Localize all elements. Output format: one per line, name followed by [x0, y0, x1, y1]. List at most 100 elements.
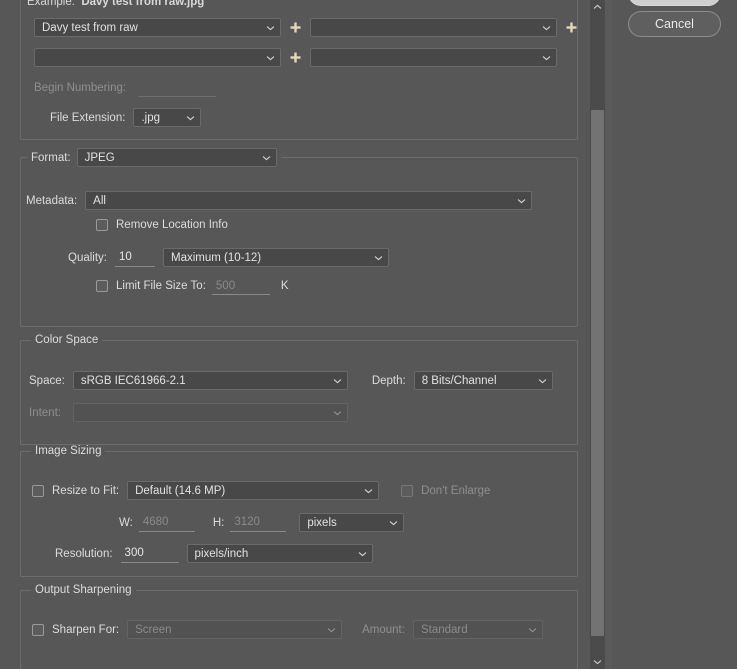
width-label: W: — [119, 516, 133, 529]
format-dropdown[interactable]: JPEG — [76, 148, 277, 167]
color-space-row: Space: sRGB IEC61966-2.1 Depth: 8 Bits/C… — [29, 371, 553, 390]
limit-file-size-input[interactable] — [211, 277, 270, 295]
quality-preset-value: Maximum (10-12) — [171, 251, 262, 264]
cancel-button[interactable]: Cancel — [628, 11, 721, 37]
filename-token-3-dropdown[interactable] — [34, 48, 281, 67]
add-token-button-3[interactable] — [289, 51, 302, 64]
resolution-label: Resolution: — [55, 547, 113, 560]
chevron-down-icon — [517, 198, 526, 204]
limit-file-size-unit: K — [280, 280, 289, 292]
dont-enlarge-label: Don't Enlarge — [421, 484, 491, 497]
color-space-panel: Color Space Space: sRGB IEC61966-2.1 Dep… — [20, 334, 578, 445]
settings-scrollbar[interactable] — [590, 0, 605, 669]
image-sizing-panel: Image Sizing Resize to Fit: Default (14.… — [20, 445, 578, 577]
sharpen-for-label: Sharpen For: — [52, 623, 120, 636]
sharpen-for-value: Screen — [135, 623, 172, 636]
format-label: Format: — [31, 151, 71, 164]
format-value: JPEG — [84, 151, 115, 164]
filename-token-1-dropdown[interactable]: Davy test from raw — [34, 18, 281, 37]
quality-input[interactable] — [115, 248, 155, 267]
width-input[interactable] — [138, 513, 195, 532]
begin-numbering-row: Begin Numbering: — [34, 79, 217, 97]
remove-location-info-checkbox[interactable] — [96, 219, 108, 231]
format-panel: Format: JPEG Metadata: All Remove Locati… — [20, 148, 578, 327]
resize-to-fit-label: Resize to Fit: — [52, 484, 120, 497]
sharpen-for-checkbox[interactable] — [32, 623, 44, 636]
metadata-row: Metadata: All — [26, 191, 533, 210]
output-sharpening-panel: Output Sharpening Sharpen For: Screen Am… — [20, 584, 578, 669]
filename-token-row-2 — [34, 48, 557, 67]
scrollbar-up-arrow[interactable] — [590, 0, 605, 14]
add-token-button-1[interactable] — [289, 21, 302, 34]
filename-token-4-dropdown[interactable] — [310, 48, 557, 67]
chevron-down-icon — [538, 378, 547, 384]
remove-location-info-row[interactable]: Remove Location Info — [96, 219, 228, 231]
remove-location-info-label: Remove Location Info — [116, 219, 228, 231]
height-label: H: — [212, 516, 225, 529]
file-extension-value: .jpg — [141, 111, 160, 124]
metadata-value: All — [93, 194, 106, 207]
file-naming-panel: Davy test from raw Begin Numbering: File… — [20, 0, 578, 140]
resize-to-fit-dropdown[interactable]: Default (14.6 MP) — [127, 481, 380, 500]
filename-token-2-dropdown[interactable] — [310, 18, 557, 37]
intent-dropdown[interactable] — [72, 403, 348, 422]
resolution-units-dropdown[interactable]: pixels/inch — [186, 544, 373, 563]
amount-value: Standard — [420, 623, 468, 636]
chevron-down-icon — [528, 627, 537, 633]
dont-enlarge-checkbox[interactable] — [401, 484, 414, 497]
limit-file-size-label: Limit File Size To: — [116, 280, 206, 292]
file-extension-row: File Extension: .jpg — [50, 108, 202, 127]
color-space-title: Color Space — [31, 334, 103, 346]
chevron-down-icon — [374, 255, 383, 261]
chevron-down-icon — [327, 627, 336, 633]
scrollbar-down-arrow[interactable] — [590, 655, 605, 669]
file-extension-dropdown[interactable]: .jpg — [133, 108, 202, 127]
sharpen-for-row: Sharpen For: Screen Amount: Standard — [32, 620, 543, 639]
image-sizing-title: Image Sizing — [31, 445, 106, 457]
filename-token-row-1: Davy test from raw — [34, 18, 578, 37]
export-as-dialog: Example: Davy test from raw.jpg Davy tes… — [0, 0, 737, 669]
depth-label: Depth: — [371, 374, 406, 387]
begin-numbering-input[interactable] — [138, 79, 217, 97]
width-height-row: W: H: pixels — [119, 513, 405, 532]
size-units-dropdown[interactable]: pixels — [299, 513, 405, 532]
intent-row: Intent: — [29, 403, 348, 422]
space-label: Space: — [29, 374, 65, 387]
chevron-down-icon — [262, 155, 271, 161]
format-header: Format: JPEG — [27, 148, 281, 167]
depth-value: 8 Bits/Channel — [421, 374, 497, 387]
quality-label: Quality: — [68, 251, 107, 264]
resolution-input[interactable] — [120, 544, 179, 563]
depth-dropdown[interactable]: 8 Bits/Channel — [413, 371, 553, 390]
amount-label: Amount: — [362, 623, 405, 636]
sharpen-for-dropdown[interactable]: Screen — [127, 620, 343, 639]
space-dropdown[interactable]: sRGB IEC61966-2.1 — [72, 371, 348, 390]
quality-preset-dropdown[interactable]: Maximum (10-12) — [163, 248, 389, 267]
settings-scroll-area[interactable]: Example: Davy test from raw.jpg Davy tes… — [0, 0, 588, 669]
metadata-dropdown[interactable]: All — [85, 191, 533, 210]
chevron-down-icon — [542, 25, 551, 31]
scrollbar-thumb[interactable] — [591, 110, 604, 636]
scrollbar-gutter — [605, 0, 612, 669]
add-token-button-2[interactable] — [565, 21, 578, 34]
export-button[interactable] — [628, 0, 721, 6]
limit-file-size-row: Limit File Size To: K — [96, 277, 289, 295]
chevron-down-icon — [333, 410, 342, 416]
begin-numbering-label: Begin Numbering: — [34, 82, 127, 94]
chevron-down-icon — [542, 55, 551, 61]
size-units-value: pixels — [307, 516, 337, 529]
chevron-down-icon — [333, 378, 342, 384]
resize-to-fit-checkbox[interactable] — [32, 484, 44, 497]
resize-to-fit-row: Resize to Fit: Default (14.6 MP) Don't E… — [32, 481, 490, 500]
cancel-button-label: Cancel — [655, 17, 694, 31]
chevron-down-icon — [364, 488, 373, 494]
space-value: sRGB IEC61966-2.1 — [80, 374, 186, 387]
dialog-button-column: Cancel — [612, 0, 737, 669]
intent-label: Intent: — [29, 406, 61, 419]
quality-row: Quality: Maximum (10-12) — [68, 248, 389, 267]
height-input[interactable] — [230, 513, 287, 532]
chevron-down-icon — [266, 55, 275, 61]
limit-file-size-checkbox[interactable] — [96, 280, 108, 292]
amount-dropdown[interactable]: Standard — [412, 620, 543, 639]
chevron-down-icon — [358, 551, 367, 557]
